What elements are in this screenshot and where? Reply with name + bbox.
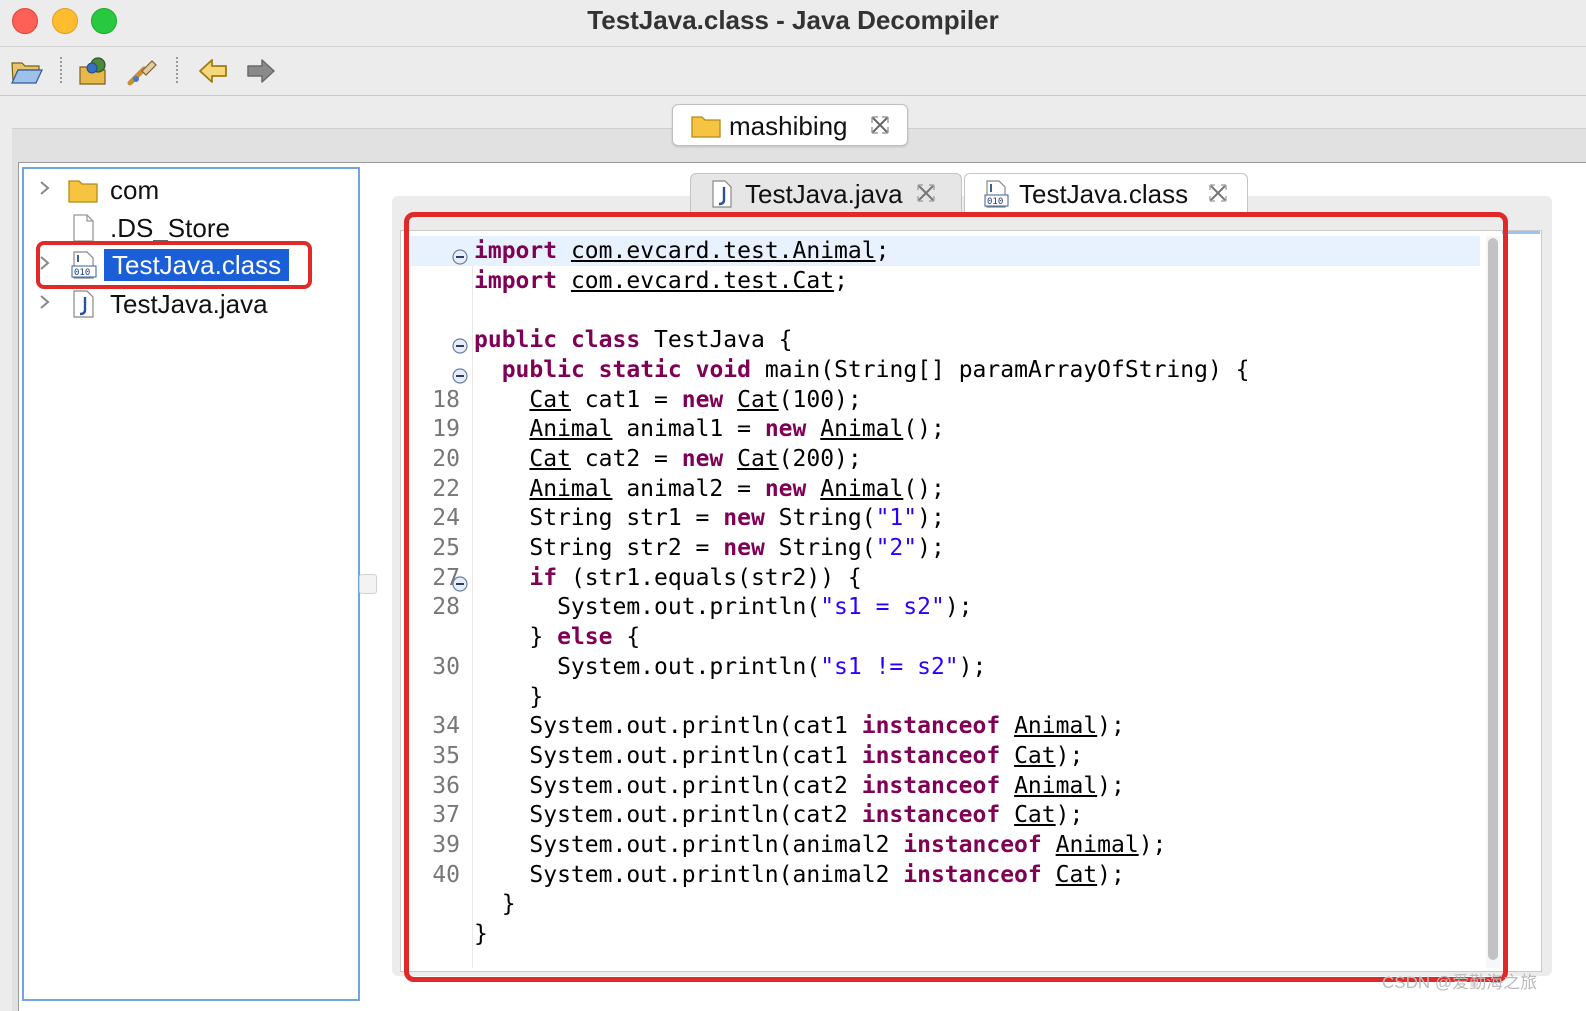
splitter-handle[interactable] <box>359 574 377 594</box>
search-icon[interactable] <box>126 55 160 87</box>
tab-label: TestJava.class <box>1019 179 1189 209</box>
svg-text:010: 010 <box>987 197 1003 207</box>
tree-item-com[interactable]: com <box>24 172 354 208</box>
toolbar <box>0 47 1586 96</box>
annotation-highlight-box <box>36 241 312 289</box>
close-icon[interactable] <box>915 182 937 204</box>
class-file-icon: 010 <box>983 179 1009 209</box>
tab-testjava-java[interactable]: TestJava.java <box>690 173 962 214</box>
folder-icon <box>68 176 98 204</box>
java-file-icon <box>68 290 98 318</box>
annotation-highlight-box <box>404 212 1508 982</box>
back-arrow-icon[interactable] <box>196 55 230 87</box>
close-icon[interactable] <box>1207 182 1229 204</box>
folder-icon <box>691 113 721 139</box>
tab-testjava-class[interactable]: 010 TestJava.class <box>964 173 1248 214</box>
tab-project[interactable]: mashibing <box>672 104 908 146</box>
toolbar-separator <box>60 57 62 83</box>
java-file-icon <box>709 179 735 209</box>
forward-arrow-icon[interactable] <box>244 55 278 87</box>
file-tree: com .DS_Store 010 TestJava.class TestJav… <box>22 167 360 1001</box>
watermark: CSDN @爱勤海之旅 <box>1382 973 1538 992</box>
tree-item-label: .DS_Store <box>110 213 230 243</box>
chevron-right-icon[interactable] <box>38 292 52 312</box>
file-icon <box>68 214 98 242</box>
tab-label: TestJava.java <box>745 179 903 209</box>
close-icon[interactable] <box>869 114 891 136</box>
open-type-icon[interactable] <box>78 55 112 87</box>
toolbar-separator <box>176 57 178 83</box>
chevron-right-icon[interactable] <box>38 178 52 198</box>
open-file-icon[interactable] <box>10 55 44 87</box>
window-title: TestJava.class - Java Decompiler <box>587 5 999 35</box>
tree-item-testjava-java[interactable]: TestJava.java <box>24 286 354 322</box>
title-bar: TestJava.class - Java Decompiler <box>0 0 1586 47</box>
project-tab-label: mashibing <box>729 111 848 141</box>
tree-item-label: com <box>110 175 160 205</box>
tree-item-label: TestJava.java <box>110 289 268 319</box>
